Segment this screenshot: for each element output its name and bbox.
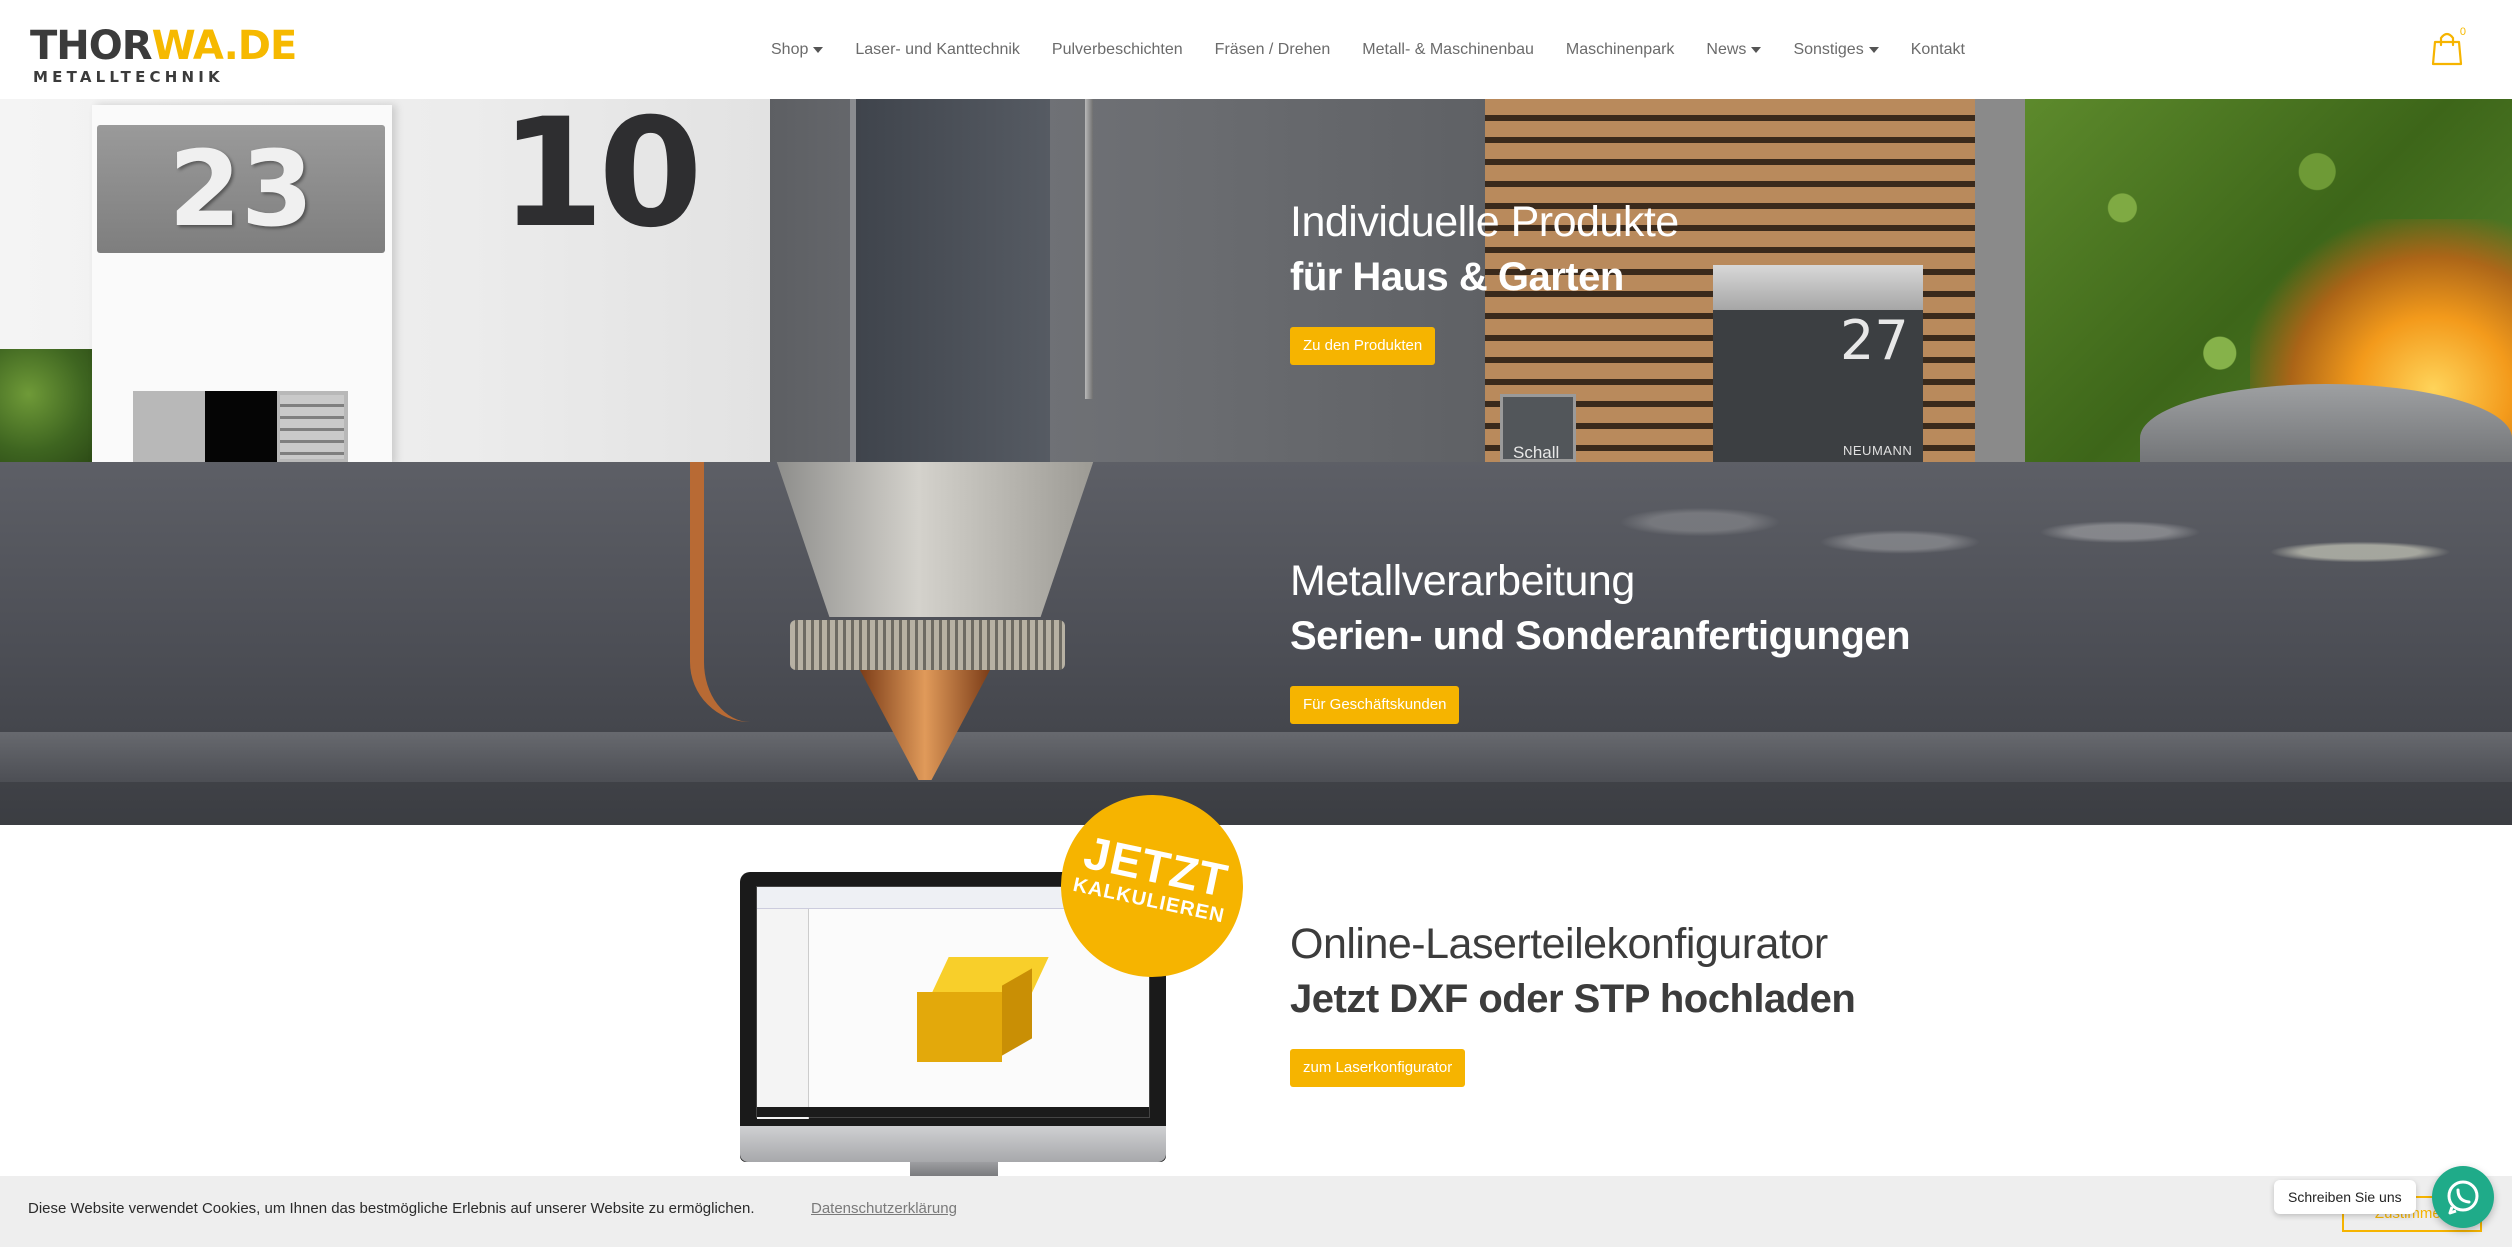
hero-banner-metalworking: Metallverarbeitung Serien- und Sonderanf…: [0, 462, 2512, 825]
hero-text-block: Individuelle Produkte für Haus & Garten …: [1290, 195, 1679, 365]
intercom-label: Schall: [1513, 443, 1560, 462]
configurator-title-bold: Jetzt DXF oder STP hochladen: [1290, 977, 1856, 1021]
chevron-down-icon: [1751, 47, 1762, 53]
privacy-policy-link[interactable]: Datenschutzerklärung: [811, 1200, 957, 1217]
logo-text-dark: THOR: [30, 23, 153, 69]
doorbell-black-panel: [205, 391, 277, 462]
plate-number: 23: [168, 128, 314, 250]
nav-item-label: Shop: [771, 41, 809, 58]
chevron-down-icon: [1868, 47, 1879, 53]
door-handle: [1085, 99, 1093, 399]
whatsapp-label[interactable]: Schreiben Sie uns: [2274, 1180, 2416, 1214]
to-products-button[interactable]: Zu den Produkten: [1290, 327, 1436, 365]
nav-item-milling[interactable]: Fräsen / Drehen: [1215, 41, 1331, 59]
logo-text-yellow: WA.DE: [151, 23, 298, 69]
laser-head-ring: [790, 620, 1065, 670]
hero-title-light: Metallverarbeitung: [1290, 557, 1635, 605]
hero-title-bold: Serien- und Sonderanfertigungen: [1290, 614, 1911, 658]
configurator-title-light: Online-Laserteilekonfigurator: [1290, 920, 1828, 968]
nav-item-label: News: [1706, 41, 1747, 58]
nav-item-label: Fräsen / Drehen: [1214, 41, 1331, 58]
door-glass: [850, 99, 1050, 462]
copper-hose: [690, 462, 770, 722]
configurator-text-block: Online-Laserteilekonfigurator Jetzt DXF …: [1290, 917, 1856, 1087]
nav-item-shop[interactable]: Shop: [771, 41, 824, 59]
mailbox-number: 27: [1840, 309, 1909, 372]
nav-item-machine-park[interactable]: Maschinenpark: [1566, 41, 1675, 59]
nav-item-contact[interactable]: Kontakt: [1911, 41, 1965, 59]
cart-button[interactable]: 0: [2430, 26, 2466, 66]
nav-item-label: Sonstiges: [1793, 41, 1864, 58]
nav-item-machine-building[interactable]: Metall- & Maschinenbau: [1362, 41, 1534, 59]
business-customers-button[interactable]: Für Geschäftskunden: [1290, 686, 1460, 724]
house-number-plate: 23: [97, 125, 385, 253]
whatsapp-icon: [2447, 1180, 2479, 1215]
hero-banner-home-garden: 23 10 Schall 27 NEUMANN Individuelle Pro…: [0, 99, 2512, 462]
nav-item-label: Metall- & Maschinenbau: [1362, 41, 1534, 58]
cad-sidebar: [757, 909, 809, 1119]
monitor-chin: [740, 1126, 1166, 1162]
nav-item-label: Pulverbeschichten: [1051, 41, 1183, 58]
nav-item-laser[interactable]: Laser- und Kanttechnik: [855, 41, 1020, 59]
main-menu: Shop Laser- und Kanttechnik Pulverbeschi…: [771, 38, 1965, 62]
part-front-face: [917, 992, 1002, 1062]
nav-item-label: Kontakt: [1910, 41, 1965, 58]
monitor-stand: [910, 1162, 998, 1176]
nav-item-label: Laser- und Kanttechnik: [855, 41, 1020, 58]
mailbox-name: NEUMANN: [1843, 443, 1913, 458]
cad-part-3d: [917, 957, 1049, 1067]
laser-table: [0, 732, 2512, 782]
laser-configurator-button[interactable]: zum Laserkonfigurator: [1290, 1049, 1466, 1087]
nav-item-misc[interactable]: Sonstiges: [1793, 41, 1879, 59]
cookie-bar: Diese Website verwendet Cookies, um Ihne…: [0, 1176, 2512, 1247]
whatsapp-button[interactable]: [2432, 1166, 2494, 1228]
hero-text-block: Metallverarbeitung Serien- und Sonderanf…: [1290, 554, 1911, 724]
hero-title-light: Individuelle Produkte: [1290, 198, 1679, 246]
chevron-down-icon: [813, 47, 824, 53]
logo-subtitle: METALLTECHNIK: [33, 68, 224, 86]
navbar: THORWA.DE METALLTECHNIK Shop Laser- und …: [0, 0, 2512, 99]
cad-taskbar: [757, 1107, 1149, 1117]
cookie-message: Diese Website verwendet Cookies, um Ihne…: [28, 1200, 755, 1217]
mailbox-lid: [1713, 265, 1923, 310]
cart-count: 0: [2459, 26, 2466, 38]
logo-wordmark: THORWA.DE: [30, 23, 297, 69]
nav-item-news[interactable]: News: [1706, 41, 1762, 59]
doorbell-speaker-grill: [280, 395, 344, 459]
nav-item-label: Maschinenpark: [1565, 41, 1675, 58]
site-logo[interactable]: THORWA.DE METALLTECHNIK: [30, 23, 297, 86]
house-number: 10: [500, 99, 703, 261]
nav-item-powder-coating[interactable]: Pulverbeschichten: [1052, 41, 1183, 59]
hero-title-bold: für Haus & Garten: [1290, 255, 1624, 299]
hedge-left: [0, 349, 95, 462]
